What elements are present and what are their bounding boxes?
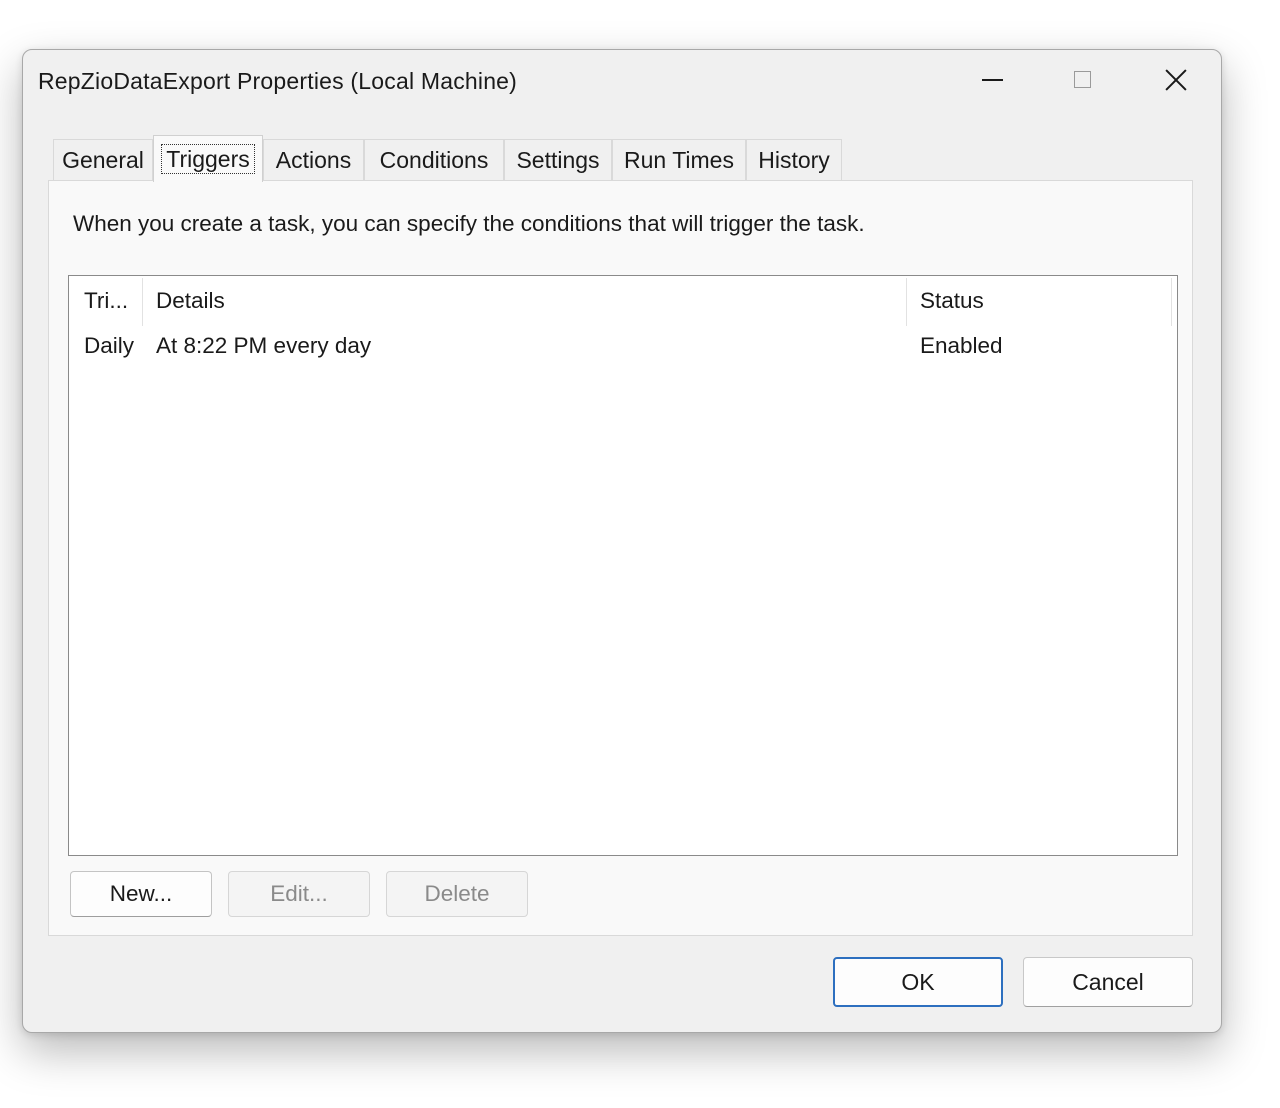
close-icon — [1165, 69, 1187, 91]
column-separator[interactable] — [142, 278, 143, 326]
tab-label: Run Times — [624, 147, 734, 173]
maximize-button — [1037, 50, 1127, 112]
delete-trigger-button: Delete — [386, 871, 528, 917]
column-header-trigger[interactable]: Tri... — [84, 276, 142, 326]
tab-actions[interactable]: Actions — [263, 139, 364, 181]
properties-dialog: RepZioDataExport Properties (Local Machi… — [22, 49, 1222, 1033]
tab-triggers[interactable]: Triggers — [153, 135, 263, 182]
tab-label: Actions — [275, 147, 352, 173]
tab-label: Conditions — [379, 147, 489, 173]
maximize-icon — [1073, 71, 1091, 88]
edit-trigger-button: Edit... — [228, 871, 370, 917]
close-button[interactable] — [1131, 50, 1221, 112]
window-title: RepZioDataExport Properties (Local Machi… — [38, 68, 518, 94]
status-cell: Enabled — [920, 333, 1003, 358]
minimize-button[interactable] — [947, 50, 1037, 112]
tab-general[interactable]: General — [53, 139, 153, 181]
new-trigger-button[interactable]: New... — [70, 871, 212, 917]
triggers-panel: When you create a task, you can specify … — [48, 180, 1193, 936]
tab-conditions[interactable]: Conditions — [364, 139, 504, 181]
trigger-cell: Daily — [84, 333, 135, 358]
tab-history[interactable]: History — [746, 139, 842, 181]
tab-label: History — [758, 147, 830, 173]
column-separator[interactable] — [906, 278, 907, 326]
minimize-icon — [981, 79, 1003, 81]
tab-label: General — [62, 147, 144, 173]
tab-label: Triggers — [161, 144, 255, 174]
column-header-status[interactable]: Status — [920, 276, 1170, 326]
column-header-details[interactable]: Details — [156, 276, 901, 326]
column-separator[interactable] — [1171, 278, 1172, 326]
tab-run-times[interactable]: Run Times — [612, 139, 746, 181]
details-cell: At 8:22 PM every day — [156, 333, 372, 358]
tab-label: Settings — [516, 147, 600, 173]
tab-settings[interactable]: Settings — [504, 139, 612, 181]
triggers-description: When you create a task, you can specify … — [73, 211, 865, 236]
triggers-list[interactable]: Tri... Details Status Daily At 8:22 PM e… — [68, 275, 1178, 856]
cancel-button[interactable]: Cancel — [1023, 957, 1193, 1007]
ok-button[interactable]: OK — [833, 957, 1003, 1007]
